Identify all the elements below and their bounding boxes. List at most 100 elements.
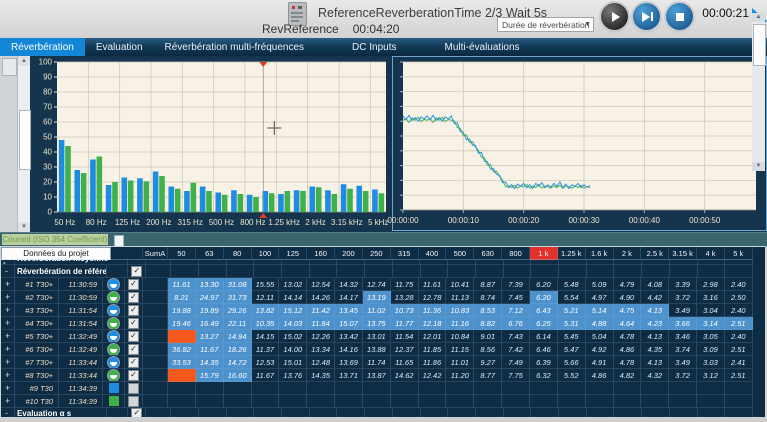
freq-cell[interactable]: 14.16 [335,343,363,356]
row-expander[interactable]: + [1,356,15,369]
freq-cell[interactable]: 4.79 [614,278,642,291]
freq-cell[interactable]: 4.32 [641,369,669,382]
freq-header-80[interactable]: 80 [224,247,252,260]
suma-header[interactable]: SumA [143,247,168,260]
row-expander[interactable]: + [1,291,15,304]
freq-cell[interactable]: 13.30 [196,278,224,291]
freq-cell[interactable] [697,395,725,408]
freq-cell[interactable]: 4.86 [586,369,614,382]
freq-cell[interactable]: 3.66 [669,317,697,330]
freq-cell[interactable]: 5.45 [558,330,586,343]
freq-cell[interactable] [168,369,196,382]
freq-cell[interactable]: 14.62 [391,369,419,382]
freq-cell[interactable]: 15.12 [279,304,307,317]
freq-cell[interactable]: 12.11 [252,291,280,304]
freq-cell[interactable]: 5.21 [558,304,586,317]
freq-cell[interactable]: 6.76 [502,317,530,330]
freq-cell[interactable]: 13.76 [279,369,307,382]
freq-cell[interactable] [196,395,224,408]
freq-cell[interactable]: 14.14 [279,291,307,304]
freq-cell[interactable]: 4.90 [614,291,642,304]
row-checkbox[interactable]: ✓ [128,331,139,342]
freq-header-1k[interactable]: 1 k [530,247,558,260]
freq-cell[interactable]: 4.13 [641,304,669,317]
freq-cell[interactable] [641,382,669,395]
freq-cell[interactable]: 6.39 [530,356,558,369]
freq-cell[interactable]: 11.67 [196,343,224,356]
freq-cell[interactable]: 6.43 [530,304,558,317]
freq-cell[interactable]: 5.54 [558,291,586,304]
freq-cell[interactable] [279,382,307,395]
freq-cell[interactable] [558,395,586,408]
freq-cell[interactable] [168,382,196,395]
freq-cell[interactable]: 6.32 [530,369,558,382]
freq-cell[interactable]: 9.27 [474,356,502,369]
freq-cell[interactable]: 3.14 [697,317,725,330]
freq-cell[interactable]: 3.46 [669,330,697,343]
freq-cell[interactable]: 5.47 [558,343,586,356]
freq-cell[interactable]: 13.42 [335,330,363,343]
freq-cell[interactable] [474,382,502,395]
freq-cell[interactable] [168,330,196,343]
freq-cell[interactable]: 11.54 [391,330,419,343]
freq-cell[interactable]: 14.72 [224,356,252,369]
freq-header-63[interactable]: 63 [196,247,224,260]
freq-cell[interactable]: 10.84 [446,330,474,343]
freq-cell[interactable]: 2.51 [725,369,753,382]
freq-cell[interactable]: 4.35 [641,343,669,356]
freq-cell[interactable]: 11.61 [168,278,196,291]
table-vertical-scrollbar[interactable]: ▲ ▼ [752,13,765,171]
row-expander[interactable]: + [1,395,15,408]
freq-cell[interactable]: 2.40 [725,278,753,291]
freq-cell[interactable]: 3.74 [669,343,697,356]
freq-cell[interactable]: 14.17 [335,291,363,304]
freq-cell[interactable] [697,382,725,395]
row-expander[interactable]: + [1,369,15,382]
row-checkbox[interactable] [128,383,139,394]
freq-cell[interactable]: 7.45 [502,291,530,304]
freq-cell[interactable]: 7.49 [502,356,530,369]
freq-header-50[interactable]: 50 [168,247,196,260]
row-checkbox[interactable]: ✓ [131,266,142,277]
freq-cell[interactable]: 12.54 [307,278,335,291]
freq-cell[interactable]: 11.02 [363,304,391,317]
row-expander[interactable]: - [1,265,15,278]
freq-cell[interactable]: 2.98 [697,278,725,291]
freq-cell[interactable]: 11.86 [419,356,447,369]
freq-cell[interactable]: 3.04 [697,304,725,317]
freq-cell[interactable] [586,395,614,408]
freq-cell[interactable]: 4.13 [641,356,669,369]
freq-cell[interactable]: 7.75 [502,369,530,382]
freq-cell[interactable] [446,395,474,408]
freq-cell[interactable]: 12.18 [419,317,447,330]
freq-cell[interactable]: 14.26 [307,291,335,304]
freq-cell[interactable]: 7.43 [502,330,530,343]
freq-cell[interactable] [168,395,196,408]
freq-cell[interactable]: 3.12 [697,369,725,382]
row-expander[interactable]: + [1,330,15,343]
chart-vertical-scrollbar[interactable]: ▲ ▼ [17,56,30,232]
freq-header-1.6k[interactable]: 1.6 k [586,247,614,260]
freq-cell[interactable]: 13.69 [335,356,363,369]
freq-cell[interactable]: 8.77 [474,369,502,382]
freq-cell[interactable]: 6.25 [530,317,558,330]
freq-cell[interactable]: 11.15 [446,343,474,356]
freq-cell[interactable] [363,382,391,395]
freq-cell[interactable] [474,395,502,408]
frequency-bar-chart[interactable]: 010203040506070809010050 Hz80 Hz125 Hz20… [30,56,388,232]
row-expander[interactable]: + [1,304,15,317]
freq-cell[interactable]: 4.82 [614,369,642,382]
freq-cell[interactable]: 13.88 [363,343,391,356]
freq-cell[interactable]: 15.79 [196,369,224,382]
row-checkbox[interactable]: ✓ [128,357,139,368]
freq-cell[interactable] [669,382,697,395]
freq-header-1.25k[interactable]: 1.25 k [558,247,586,260]
freq-cell[interactable] [196,382,224,395]
freq-cell[interactable]: 11.16 [446,317,474,330]
freq-cell[interactable]: 5.66 [558,356,586,369]
freq-cell[interactable]: 10.73 [391,304,419,317]
freq-cell[interactable]: 14.35 [307,369,335,382]
freq-cell[interactable] [391,382,419,395]
row-checkbox[interactable]: ✓ [128,292,139,303]
freq-header-5k[interactable]: 5 k [725,247,753,260]
